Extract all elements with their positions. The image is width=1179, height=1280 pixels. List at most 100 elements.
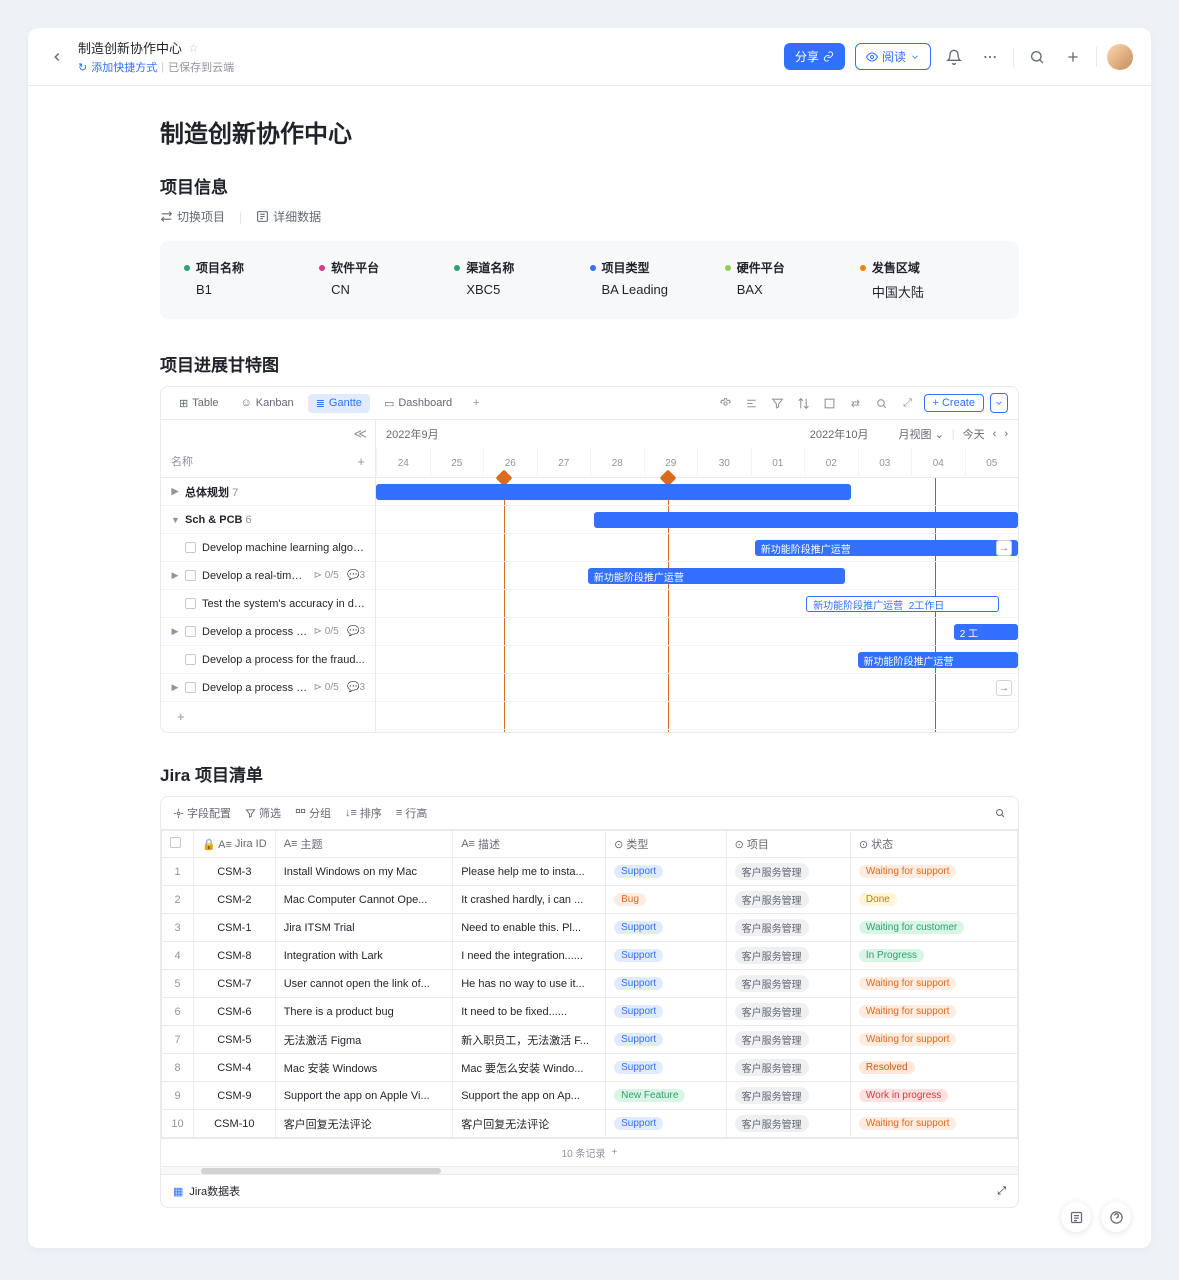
checkbox[interactable] [185,542,196,553]
plus-icon[interactable] [1060,44,1086,70]
checkbox[interactable] [185,654,196,665]
view-mode[interactable]: 月视图 ⌄ [899,426,944,442]
gantt-bar[interactable]: 新功能阶段推广运营 [588,568,845,584]
table-row[interactable]: 10 CSM-10 客户回复无法评论 客户回复无法评论 Support 客户服务… [162,1110,1018,1138]
prev-icon[interactable]: ‹ [993,428,997,440]
table-row[interactable]: 1 CSM-3 Install Windows on my Mac Please… [162,858,1018,886]
datasource-label[interactable]: Jira数据表 [189,1183,240,1199]
info-label: 软件平台 [319,259,454,276]
add-shortcut-link[interactable]: 添加快捷方式 [91,59,157,75]
table-scrollbar[interactable] [161,1166,1018,1174]
gantt-task-row[interactable]: Test the system's accuracy in detecti... [161,590,375,618]
col-checkbox[interactable] [162,831,194,858]
sort-button[interactable]: ↓≡排序 [345,805,382,821]
col-type[interactable]: ⊙ 类型 [606,831,727,858]
create-button[interactable]: +Create [924,394,984,412]
gantt-bar[interactable]: 新功能阶段推广运营 [858,652,1019,668]
table-row[interactable]: 2 CSM-2 Mac Computer Cannot Ope... It cr… [162,886,1018,914]
switch-project-button[interactable]: 切换项目 [160,208,225,225]
info-value: BA Leading [590,282,725,297]
row-scroll-right-icon[interactable]: → [996,680,1012,696]
table-row[interactable]: 5 CSM-7 User cannot open the link of... … [162,970,1018,998]
tab-kanban[interactable]: ☺Kanban [233,394,302,412]
filter-icon[interactable] [768,393,788,413]
jira-panel: 字段配置 筛选 分组 ↓≡排序 ≡行高 🔒 A≡ Jira ID A≡ 主题 A… [160,796,1019,1208]
gear-icon[interactable] [716,393,736,413]
col-status[interactable]: ⊙ 状态 [850,831,1017,858]
col-project[interactable]: ⊙ 项目 [726,831,850,858]
col-desc[interactable]: A≡ 描述 [453,831,606,858]
gantt-bar[interactable]: 2 工 [954,624,1018,640]
create-dropdown[interactable] [990,393,1008,413]
tab-gantte[interactable]: ≣Gantte [308,394,370,413]
add-row-button[interactable]: + [161,702,375,730]
gantt-group-row[interactable]: ▶Mechanical 8 [161,730,375,732]
col-jira-id[interactable]: 🔒 A≡ Jira ID [194,831,276,858]
detail-data-button[interactable]: 详细数据 [256,208,321,225]
gantt-day-header: 25 [430,448,484,478]
expand-icon[interactable]: ⤢ [898,393,918,413]
add-view-icon[interactable]: + [466,393,486,413]
gantt-task-row[interactable]: Develop machine learning algorithms... [161,534,375,562]
back-button[interactable] [46,46,68,68]
datasource-icon: ▦ [173,1185,183,1198]
star-icon[interactable]: ☆ [188,41,199,55]
checkbox[interactable] [185,682,196,693]
more-icon[interactable] [977,44,1003,70]
checkbox[interactable] [185,626,196,637]
bell-icon[interactable] [941,44,967,70]
col-subject[interactable]: A≡ 主题 [275,831,453,858]
next-icon[interactable]: › [1004,428,1008,440]
table-row[interactable]: 4 CSM-8 Integration with Lark I need the… [162,942,1018,970]
share-button[interactable]: 分享 [784,43,845,70]
table-row[interactable]: 8 CSM-4 Mac 安装 Windows Mac 要怎么安装 Windo..… [162,1054,1018,1082]
table-row[interactable]: 3 CSM-1 Jira ITSM Trial Need to enable t… [162,914,1018,942]
float-help-icon[interactable] [1101,1202,1131,1232]
expand-table-icon[interactable]: ⤢ [997,1185,1006,1198]
topbar: 制造创新协作中心 ☆ ↻ 添加快捷方式 | 已保存到云端 分享 阅读 [28,28,1151,86]
checkbox[interactable] [185,570,196,581]
avatar[interactable] [1107,44,1133,70]
info-label: 项目类型 [590,259,725,276]
sort-icon[interactable] [794,393,814,413]
filter-button[interactable]: 筛选 [245,805,281,821]
checkbox[interactable] [185,598,196,609]
bar-scroll-right-icon[interactable]: → [996,540,1012,556]
info-value: B1 [184,282,319,297]
swap-icon[interactable]: ⇄ [846,393,866,413]
gantt-bar[interactable]: 新功能阶段推广运营 2工作日 [806,596,999,612]
page-title: 制造创新协作中心 [160,114,1019,149]
gantt-group-row[interactable]: ▶总体规划 7 [161,478,375,506]
add-column-icon[interactable]: + [357,454,365,469]
gantt-day-header: 04 [911,448,965,478]
search-icon[interactable] [1024,44,1050,70]
breadcrumb-title: 制造创新协作中心 [78,38,182,57]
tab-table[interactable]: ⊞Table [171,394,227,413]
gantt-task-row[interactable]: ▶Develop a process for t...⊳ 0/5 💬3 [161,674,375,702]
row-height-icon[interactable] [820,393,840,413]
read-button[interactable]: 阅读 [855,43,931,70]
gantt-task-row[interactable]: ▶Develop a process for...⊳ 0/5 💬3 [161,618,375,646]
table-row[interactable]: 6 CSM-6 There is a product bug It need t… [162,998,1018,1026]
info-label: 硬件平台 [725,259,860,276]
gantt-day-header: 30 [697,448,751,478]
tab-dashboard[interactable]: ▭Dashboard [376,394,460,413]
fields-config-button[interactable]: 字段配置 [173,805,231,821]
today-button[interactable]: 今天 [963,426,985,442]
gantt-group-row[interactable]: ▼Sch & PCB 6 [161,506,375,534]
search-table-icon[interactable] [994,807,1006,819]
group-button[interactable]: 分组 [295,805,331,821]
table-row[interactable]: 7 CSM-5 无法激活 Figma 新入职员工，无法激活 F... Suppo… [162,1026,1018,1054]
search-gantt-icon[interactable] [872,393,892,413]
gantt-day-header: 27 [537,448,591,478]
settings-icon[interactable] [742,393,762,413]
collapse-left-icon[interactable]: ≪ [353,426,367,442]
row-height-button[interactable]: ≡行高 [396,805,427,821]
gantt-task-row[interactable]: ▶Develop a real-time aler...⊳ 0/5 💬3 [161,562,375,590]
refresh-icon: ↻ [78,61,87,74]
gantt-day-header: 05 [965,448,1019,478]
gantt-task-row[interactable]: Develop a process for the fraud... [161,646,375,674]
float-list-icon[interactable] [1061,1202,1091,1232]
gantt-bar[interactable]: 新功能阶段推广运营 [755,540,1018,556]
table-row[interactable]: 9 CSM-9 Support the app on Apple Vi... S… [162,1082,1018,1110]
